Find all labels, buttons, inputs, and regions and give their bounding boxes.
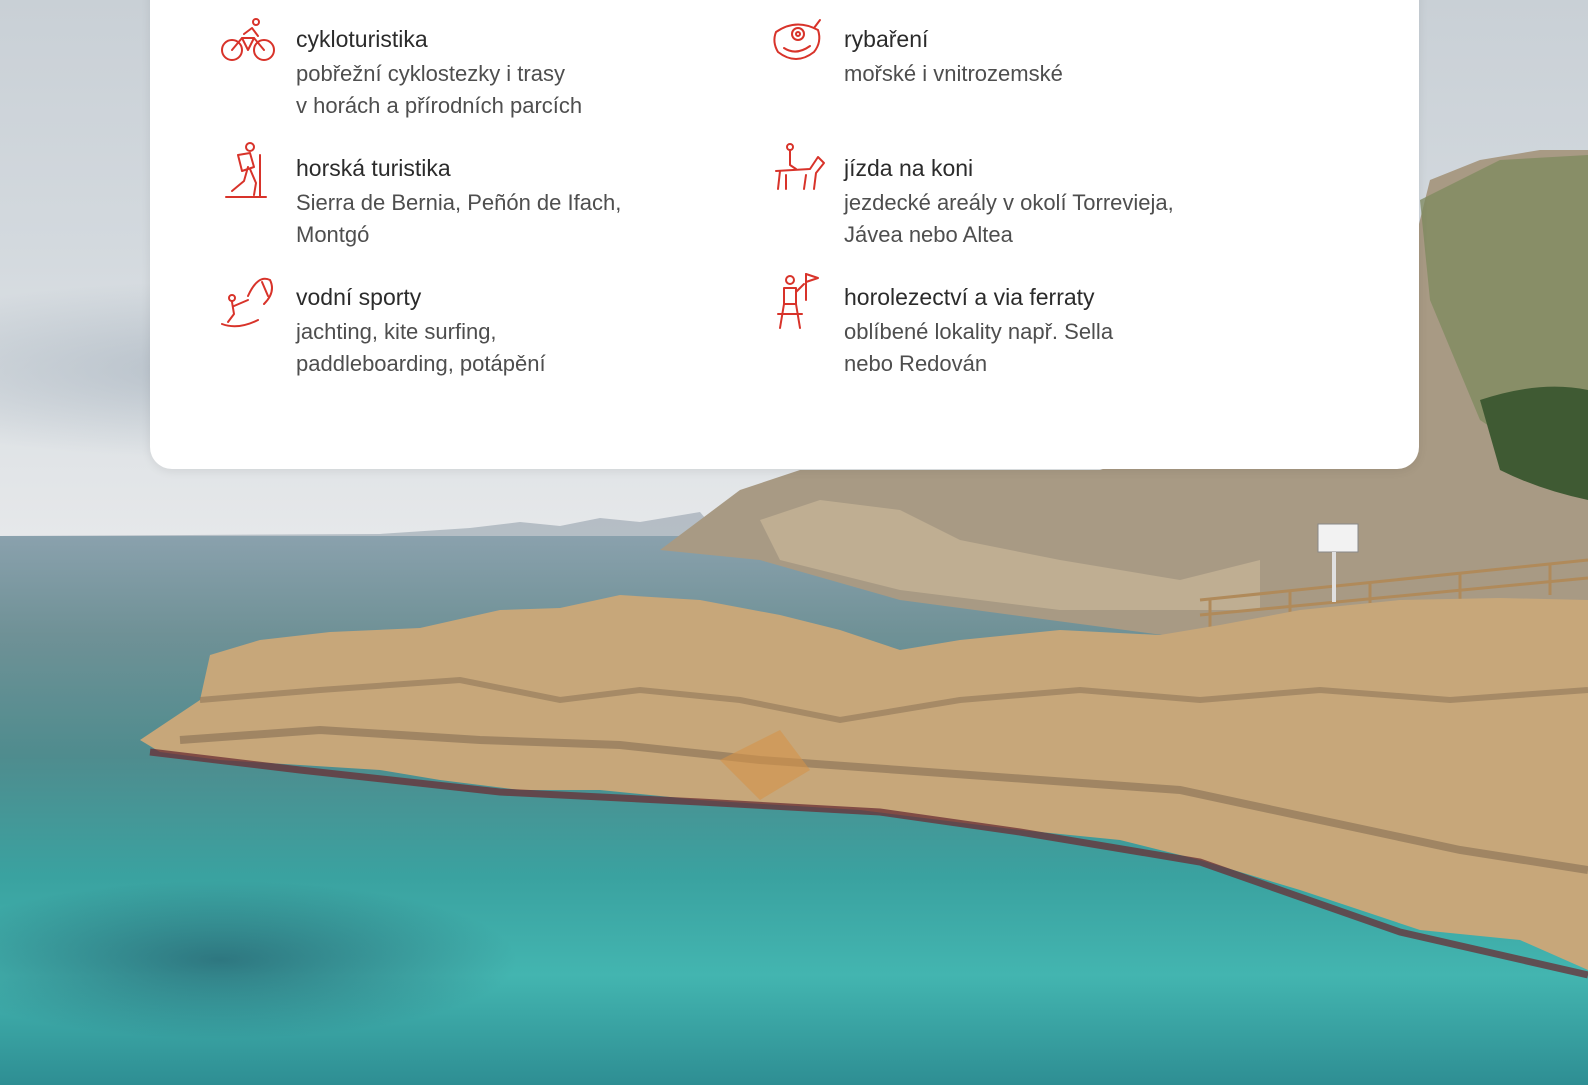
activity-description: pobřežní cyklostezky i trasy v horách a … (296, 61, 583, 118)
fish-icon (766, 12, 826, 72)
horse-rider-icon (766, 141, 826, 201)
activity-title: rybaření (844, 26, 929, 52)
activities-card: cykloturistika pobřežní cyklostezky i tr… (150, 0, 1419, 469)
activity-title: jízda na koni (844, 155, 974, 181)
activity-title: horská turistika (296, 155, 451, 181)
hiker-icon (218, 141, 278, 201)
activity-description: mořské i vnitrozemské (844, 61, 1063, 86)
cyclist-icon (218, 12, 278, 72)
activity-description: jezdecké areály v okolí Torrevieja, Jáve… (844, 190, 1174, 247)
activity-title: cykloturistika (296, 26, 428, 52)
kitesurf-icon (218, 270, 278, 330)
activity-title: horolezectví a via ferraty (844, 284, 1095, 310)
activity-title: vodní sporty (296, 284, 422, 310)
activity-description: jachting, kite surfing, paddleboarding, … (296, 319, 546, 376)
climber-icon (766, 270, 826, 330)
activity-description: Sierra de Bernia, Peñón de Ifach, Montgó (296, 190, 622, 247)
activity-description: oblíbené lokality např. Sella nebo Redov… (844, 319, 1114, 376)
